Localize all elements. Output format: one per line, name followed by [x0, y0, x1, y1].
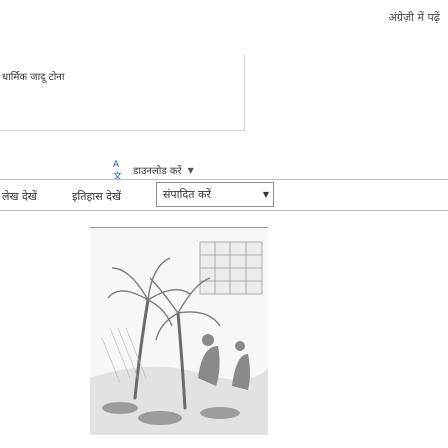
edit-select-value: संपादित करें	[163, 188, 211, 201]
palm-tree-landscape-illustration	[90, 228, 268, 435]
top-right-link[interactable]: अंग्रेज़ी में पढ़ें	[388, 10, 440, 25]
article-title-block: धार्मिक जादू टोना	[0, 55, 245, 131]
tab-bar: लेख देखें इतिहास देखें संपादित करें ▼	[0, 179, 448, 211]
article-illustration	[90, 227, 268, 435]
tab-history[interactable]: इतिहास देखें	[72, 189, 121, 204]
tab-read[interactable]: लेख देखें	[2, 189, 37, 204]
chevron-down-icon: ▼	[262, 190, 269, 199]
edit-select[interactable]: संपादित करें ▼	[156, 182, 274, 207]
chevron-down-icon: ▼	[187, 165, 194, 175]
page-title: धार्मिक जादू टोना	[2, 72, 65, 83]
translate-icon: A文	[113, 158, 123, 181]
language-selector-label: डाउनलोड करें	[133, 166, 182, 177]
language-selector[interactable]: A文 डाउनलोड करें ▼	[113, 158, 194, 181]
